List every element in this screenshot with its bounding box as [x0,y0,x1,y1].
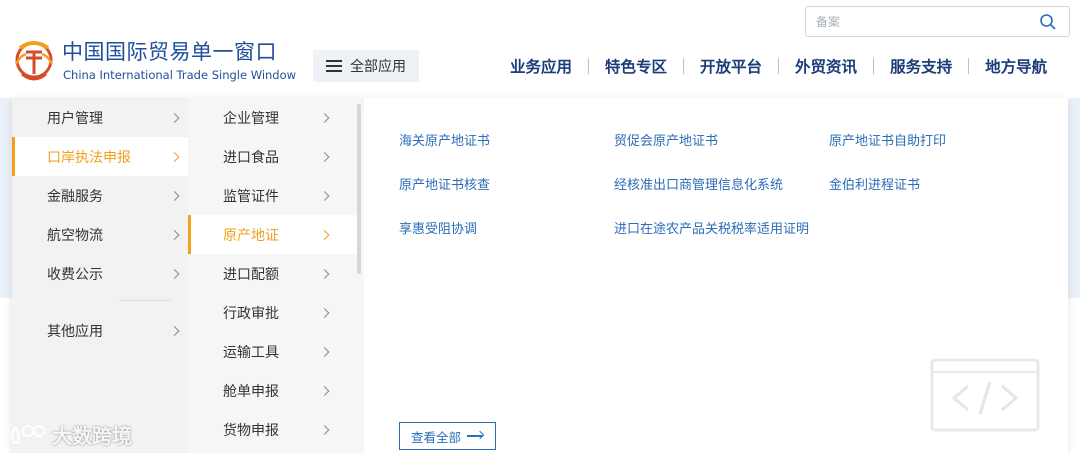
chevron-right-icon [319,424,330,435]
menu-level2: 企业管理 进口食品 监管证件 原产地证 进口配额 行政审批 运输工具 舱单申报 … [188,98,364,453]
hamburger-icon [326,60,342,72]
submenu-item-administrative-approval[interactable]: 行政审批 [188,293,358,332]
brand-title-en[interactable]: China International Trade Single Window [63,68,296,82]
submenu-item-label: 舱单申报 [223,383,279,400]
nav-open-platform[interactable]: 开放平台 [684,55,778,77]
menu-item-financial-services[interactable]: 金融服务 [12,176,188,215]
menu-item-fee-disclosure[interactable]: 收费公示 [12,254,188,293]
link-preference-coordination[interactable]: 享惠受阻协调 [399,218,477,237]
submenu-item-label: 行政审批 [223,305,279,322]
view-all-label: 查看全部 [411,429,462,445]
submenu-item-import-quota[interactable]: 进口配额 [188,254,358,293]
chevron-right-icon [319,112,330,123]
menu-item-label: 金融服务 [47,188,103,205]
view-all-button[interactable]: 查看全部 [399,422,496,450]
link-certificate-verification[interactable]: 原产地证书核查 [399,174,490,193]
all-apps-button[interactable]: 全部应用 [313,50,419,82]
submenu-item-label: 进口配额 [223,266,279,283]
link-certificate-self-print[interactable]: 原产地证书自助打印 [829,130,946,149]
link-customs-certificate-of-origin[interactable]: 海关原产地证书 [399,130,490,149]
brand-title-cn[interactable]: 中国国际贸易单一窗口 [62,36,277,66]
watermark-logo-icon [11,424,45,444]
submenu-item-enterprise-management[interactable]: 企业管理 [188,98,358,137]
watermark: 大数跨境 [8,420,132,449]
submenu-item-regulatory-certificates[interactable]: 监管证件 [188,176,358,215]
submenu-item-imported-food[interactable]: 进口食品 [188,137,358,176]
chevron-right-icon [169,190,180,201]
nav-featured-zone[interactable]: 特色专区 [589,55,683,77]
menu-item-other-apps[interactable]: 其他应用 [12,311,188,350]
all-apps-menu: 用户管理 口岸执法申报 金融服务 航空物流 收费公示 其他应用 企业管理 进口食… [12,98,1068,453]
chevron-right-icon [169,268,180,279]
submenu-item-label: 企业管理 [223,110,279,127]
chevron-right-icon [169,325,180,336]
chevron-right-icon [319,268,330,279]
submenu-item-transport-vehicles[interactable]: 运输工具 [188,332,358,371]
nav-trade-news[interactable]: 外贸资讯 [779,55,873,77]
scrollbar[interactable] [357,104,361,274]
menu-item-label: 用户管理 [47,110,103,127]
link-in-transit-agri-tariff-proof[interactable]: 进口在途农产品关税税率适用证明 [614,218,809,237]
chevron-right-icon [319,190,330,201]
link-ccpit-certificate-of-origin[interactable]: 贸促会原产地证书 [614,130,718,149]
search-input[interactable] [806,7,1026,36]
submenu-item-manifest-declaration[interactable]: 舱单申报 [188,371,358,410]
nav-service-support[interactable]: 服务支持 [874,55,968,77]
chevron-right-icon [319,307,330,318]
all-apps-label: 全部应用 [350,59,406,75]
menu-item-label: 其他应用 [47,323,103,340]
submenu-item-certificate-of-origin[interactable]: 原产地证 [188,215,358,254]
chevron-right-icon [319,151,330,162]
submenu-item-goods-declaration[interactable]: 货物申报 [188,410,358,449]
menu-item-air-logistics[interactable]: 航空物流 [12,215,188,254]
chevron-right-icon [319,229,330,240]
chevron-right-icon [169,112,180,123]
menu-item-label: 收费公示 [47,266,103,283]
menu-item-label: 口岸执法申报 [47,149,131,166]
submenu-item-label: 运输工具 [223,344,279,361]
code-brackets-icon [930,358,1040,432]
menu-item-user-management[interactable]: 用户管理 [12,98,188,137]
link-approved-exporter-system[interactable]: 经核准出口商管理信息化系统 [614,174,783,193]
chevron-right-icon [319,385,330,396]
submenu-item-label: 监管证件 [223,188,279,205]
search-box [805,6,1070,37]
link-kimberley-process-certificate[interactable]: 金伯利进程证书 [829,174,920,193]
search-icon[interactable] [1039,13,1057,31]
nav-business-apps[interactable]: 业务应用 [494,55,588,77]
logo-emblem[interactable] [12,34,56,86]
nav-local-navigation[interactable]: 地方导航 [969,55,1063,77]
submenu-item-label: 原产地证 [223,227,279,244]
menu-item-port-declaration[interactable]: 口岸执法申报 [12,137,188,176]
menu-item-label: 航空物流 [47,227,103,244]
submenu-item-label: 进口食品 [223,149,279,166]
header: 中国国际贸易单一窗口 China International Trade Sin… [0,0,1080,98]
watermark-text: 大数跨境 [52,424,132,448]
chevron-right-icon [169,229,180,240]
submenu-item-label: 货物申报 [223,422,279,439]
menu-divider [119,300,171,301]
top-nav: 业务应用 特色专区 开放平台 外贸资讯 服务支持 地方导航 [494,55,1063,77]
chevron-right-icon [169,151,180,162]
chevron-right-icon [319,346,330,357]
menu-level1: 用户管理 口岸执法申报 金融服务 航空物流 收费公示 其他应用 [12,98,188,453]
arrow-right-icon [467,430,485,441]
